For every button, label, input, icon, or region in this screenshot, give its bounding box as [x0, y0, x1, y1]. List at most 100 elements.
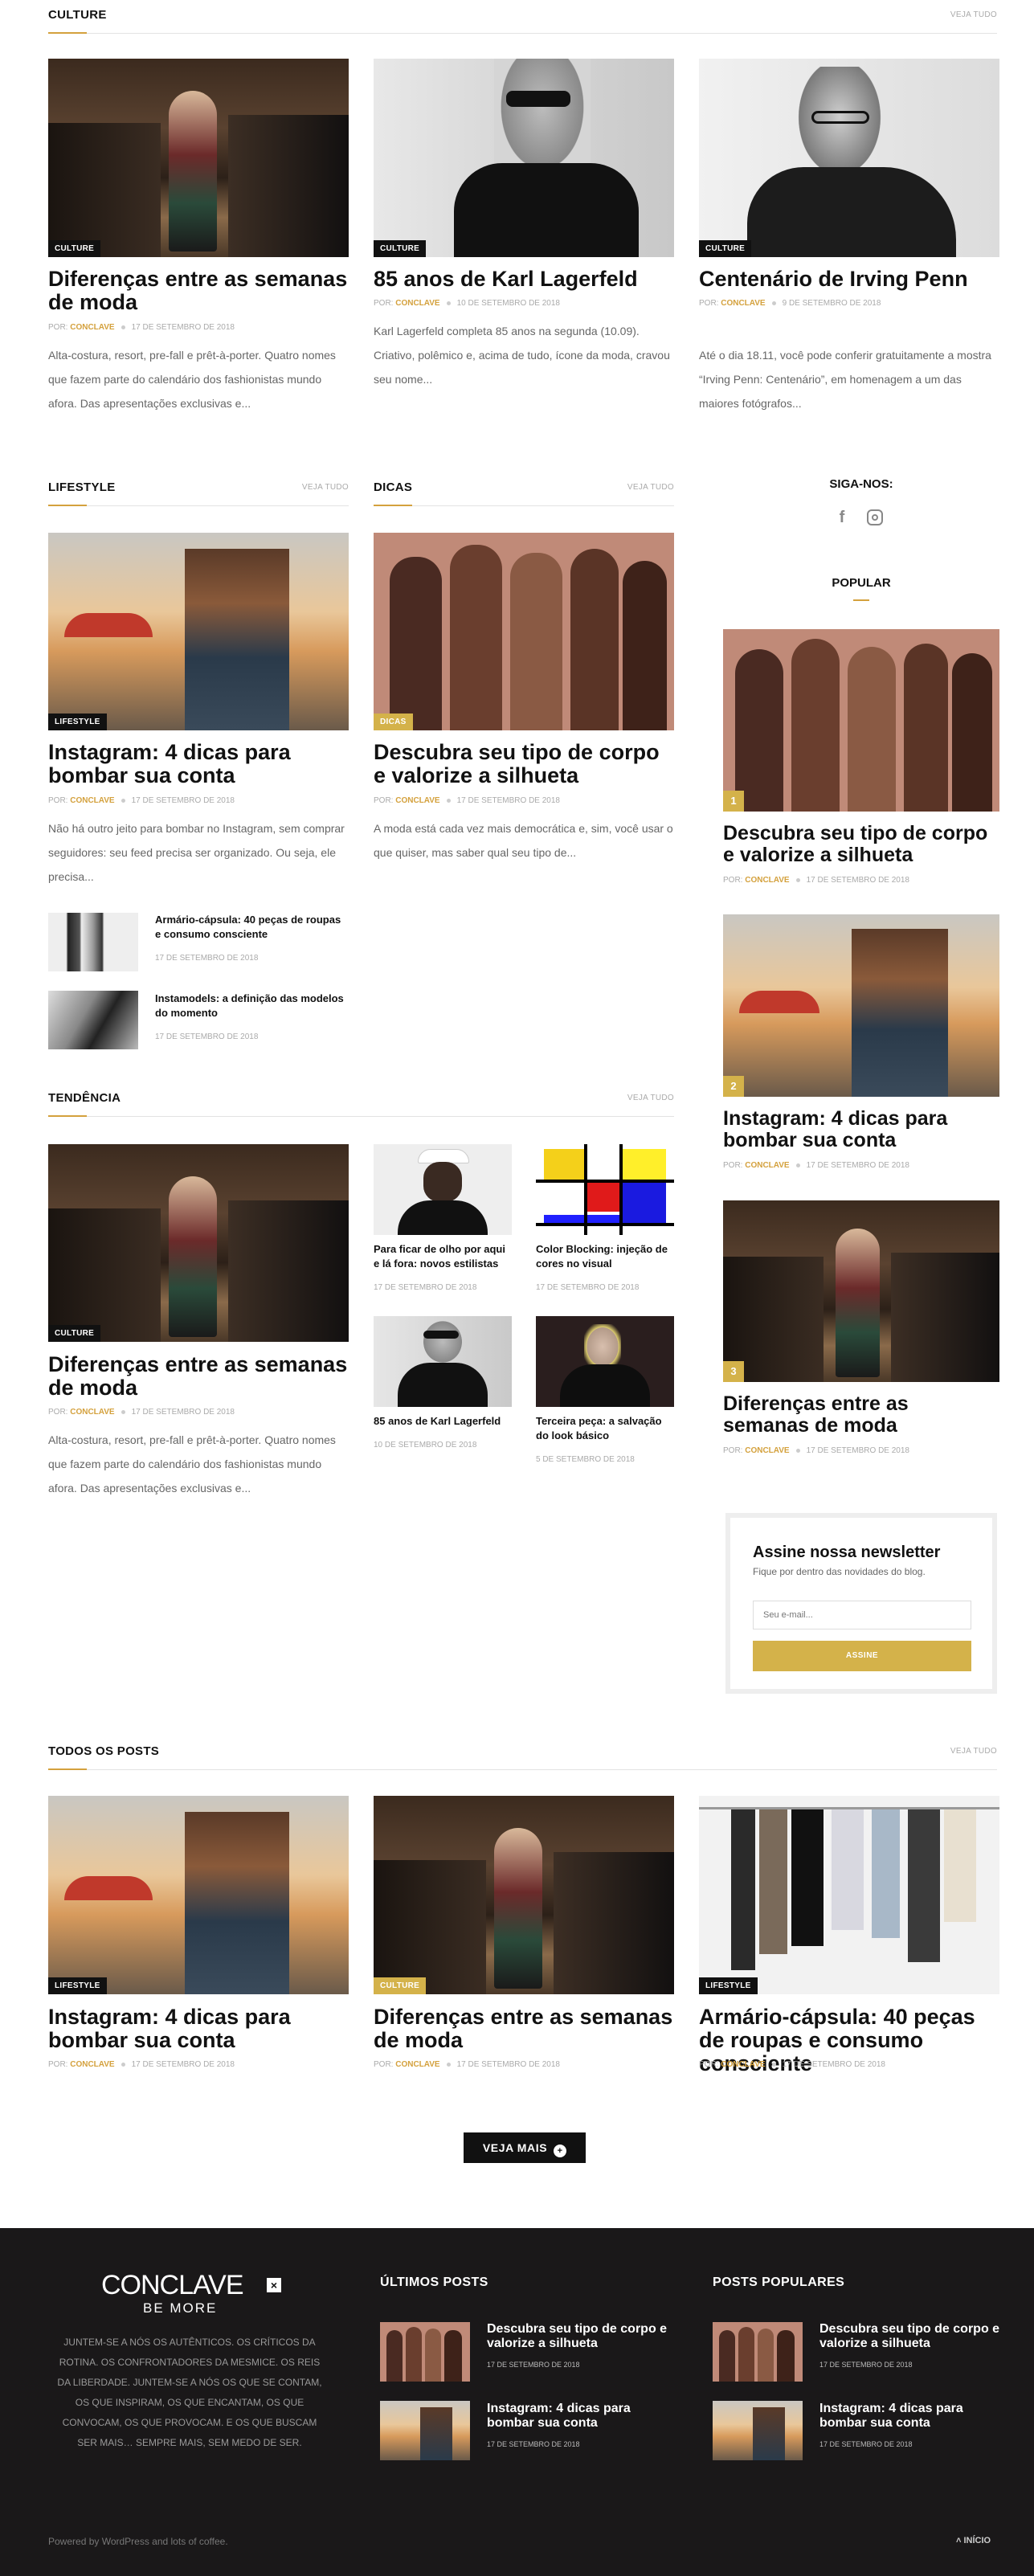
popular-image[interactable]: 3 [723, 1200, 999, 1382]
latest-thumb[interactable] [380, 2322, 470, 2382]
category-tag[interactable]: DICAS [374, 714, 413, 730]
post-excerpt: Até o dia 18.11, você pode conferir grat… [699, 349, 991, 410]
newsletter-title: Assine nossa newsletter [753, 1544, 941, 1561]
thumb-colorblocking[interactable] [536, 1144, 674, 1235]
post-image-runway[interactable]: CULTURE [374, 1796, 674, 1994]
post-image-penn[interactable]: CULTURE [699, 59, 999, 257]
popular-title: POPULAR [832, 576, 891, 590]
post-title[interactable]: Diferenças entre as semanas de moda [48, 267, 349, 314]
newsletter-email-input[interactable] [753, 1601, 971, 1629]
post-meta: POR: CONCLAVE 10 DE SETEMBRO DE 2018 [374, 299, 560, 308]
post-title[interactable]: Diferenças entre as semanas de moda [374, 2005, 674, 2052]
author-link[interactable]: CONCLAVE [745, 876, 789, 885]
latest-post-title[interactable]: Descubra seu tipo de corpo e valorize a … [487, 2322, 672, 2350]
small-post-title[interactable]: Para ficar de olho por aqui e lá fora: n… [374, 1242, 512, 1270]
author-link[interactable]: CONCLAVE [721, 2060, 765, 2069]
post-meta: POR: CONCLAVE 17 DE SETEMBRO DE 2018 [723, 876, 909, 885]
post-meta: POR: CONCLAVE 17 DE SETEMBRO DE 2018 [723, 1446, 909, 1455]
author-link[interactable]: CONCLAVE [70, 323, 114, 332]
follow-us-title: SIGA-NOS: [829, 477, 893, 491]
facebook-icon[interactable]: f [835, 508, 849, 527]
post-title[interactable]: Centenário de Irving Penn [699, 267, 999, 291]
category-tag[interactable]: CULTURE [48, 1325, 101, 1342]
popular-thumb[interactable] [713, 2322, 803, 2382]
category-tag[interactable]: CULTURE [699, 240, 752, 257]
post-image-runway[interactable]: CULTURE [48, 59, 349, 257]
post-excerpt: Karl Lagerfeld completa 85 anos na segun… [374, 325, 670, 386]
popular-post-title[interactable]: Descubra seu tipo de corpo e valorize a … [723, 823, 999, 866]
newsletter-box: Assine nossa newsletter Fique por dentro… [725, 1513, 997, 1694]
load-more-button[interactable]: VEJA MAIS + [464, 2132, 586, 2163]
small-post-date: 17 DE SETEMBRO DE 2018 [155, 954, 259, 963]
author-link[interactable]: CONCLAVE [395, 2060, 439, 2069]
post-image-closet[interactable]: LIFESTYLE [699, 1796, 999, 1994]
thumb-karl[interactable] [374, 1316, 512, 1407]
instagram-icon[interactable] [867, 509, 883, 525]
author-link[interactable]: CONCLAVE [395, 796, 439, 805]
thumb-designer[interactable] [374, 1144, 512, 1235]
post-meta: POR: CONCLAVE 9 DE SETEMBRO DE 2018 [699, 299, 881, 308]
footer-about: JUNTEM-SE A NÓS OS AUTÊNTICOS. OS CRÍTIC… [57, 2337, 322, 2448]
view-all-link[interactable]: VEJA TUDO [627, 1094, 674, 1102]
view-all-link[interactable]: VEJA TUDO [950, 10, 997, 19]
category-tag[interactable]: LIFESTYLE [48, 1977, 107, 1994]
small-post-date: 5 DE SETEMBRO DE 2018 [536, 1455, 635, 1464]
popular-post-date: 17 DE SETEMBRO DE 2018 [819, 2440, 913, 2448]
plus-icon: + [554, 2145, 567, 2157]
popular-post-title[interactable]: Instagram: 4 dicas para bombar sua conta [723, 1108, 999, 1151]
author-link[interactable]: CONCLAVE [70, 1408, 114, 1417]
footer-logo[interactable]: CONCLAVE × BE MORE [101, 2270, 281, 2318]
post-image-instagram[interactable]: LIFESTYLE [48, 533, 349, 730]
latest-post-title[interactable]: Instagram: 4 dicas para bombar sua conta [487, 2402, 672, 2430]
post-image-instagram[interactable]: LIFESTYLE [48, 1796, 349, 1994]
post-title[interactable]: Instagram: 4 dicas para bombar sua conta [48, 740, 349, 787]
post-image-karl[interactable]: CULTURE [374, 59, 674, 257]
thumb-instamodels[interactable] [48, 991, 138, 1049]
back-to-top-link[interactable]: ˄ INÍCIO [956, 2536, 991, 2545]
post-title[interactable]: Diferenças entre as semanas de moda [48, 1352, 349, 1400]
popular-post-title[interactable]: Descubra seu tipo de corpo e valorize a … [819, 2322, 1004, 2350]
post-title[interactable]: 85 anos de Karl Lagerfeld [374, 267, 674, 291]
logo-x-icon: × [267, 2278, 281, 2292]
popular-post-title[interactable]: Instagram: 4 dicas para bombar sua conta [819, 2402, 1004, 2430]
category-tag[interactable]: LIFESTYLE [699, 1977, 758, 1994]
view-all-link[interactable]: VEJA TUDO [627, 483, 674, 492]
author-link[interactable]: CONCLAVE [721, 299, 765, 308]
small-post-date: 17 DE SETEMBRO DE 2018 [536, 1283, 640, 1292]
category-tag[interactable]: CULTURE [48, 240, 101, 257]
latest-thumb[interactable] [380, 2401, 470, 2460]
author-link[interactable]: CONCLAVE [395, 299, 439, 308]
section-header-lifestyle: LIFESTYLE VEJA TUDO [48, 477, 349, 506]
small-post-title[interactable]: Instamodels: a definição das modelos do … [155, 992, 349, 1020]
newsletter-subscribe-button[interactable]: ASSINE [753, 1641, 971, 1671]
thumb-closet[interactable] [48, 913, 138, 971]
author-link[interactable]: CONCLAVE [745, 1446, 789, 1455]
popular-post-title[interactable]: Diferenças entre as semanas de moda [723, 1393, 999, 1437]
small-post-title[interactable]: 85 anos de Karl Lagerfeld [374, 1414, 512, 1429]
popular-thumb[interactable] [713, 2401, 803, 2460]
category-tag[interactable]: LIFESTYLE [48, 714, 107, 730]
view-all-link[interactable]: VEJA TUDO [302, 483, 349, 492]
author-link[interactable]: CONCLAVE [70, 796, 114, 805]
view-all-link[interactable]: VEJA TUDO [950, 1747, 997, 1756]
author-link[interactable]: CONCLAVE [745, 1161, 789, 1170]
post-title[interactable]: Descubra seu tipo de corpo e valorize a … [374, 740, 674, 787]
post-excerpt: A moda está cada vez mais democrática e,… [374, 822, 673, 859]
small-post-title[interactable]: Color Blocking: injeção de cores no visu… [536, 1242, 674, 1270]
post-meta: POR: CONCLAVE 17 DE SETEMBRO DE 2018 [723, 1161, 909, 1170]
popular-image[interactable]: 1 [723, 629, 999, 812]
post-image-bodytypes[interactable]: DICAS [374, 533, 674, 730]
small-post-title[interactable]: Terceira peça: a salvação do look básico [536, 1414, 674, 1442]
latest-posts-title: ÚLTIMOS POSTS [380, 2275, 488, 2289]
thumb-blazer[interactable] [536, 1316, 674, 1407]
post-title[interactable]: Instagram: 4 dicas para bombar sua conta [48, 2005, 349, 2052]
category-tag[interactable]: CULTURE [374, 1977, 427, 1994]
popular-image[interactable]: 2 [723, 914, 999, 1097]
author-link[interactable]: CONCLAVE [70, 2060, 114, 2069]
logo-text: CONCLAVE [101, 2270, 244, 2300]
small-post-title[interactable]: Armário-cápsula: 40 peças de roupas e co… [155, 913, 349, 941]
post-image-runway[interactable]: CULTURE [48, 1144, 349, 1342]
small-post-date: 17 DE SETEMBRO DE 2018 [374, 1283, 477, 1292]
section-header-dicas: DICAS VEJA TUDO [374, 477, 674, 506]
category-tag[interactable]: CULTURE [374, 240, 427, 257]
